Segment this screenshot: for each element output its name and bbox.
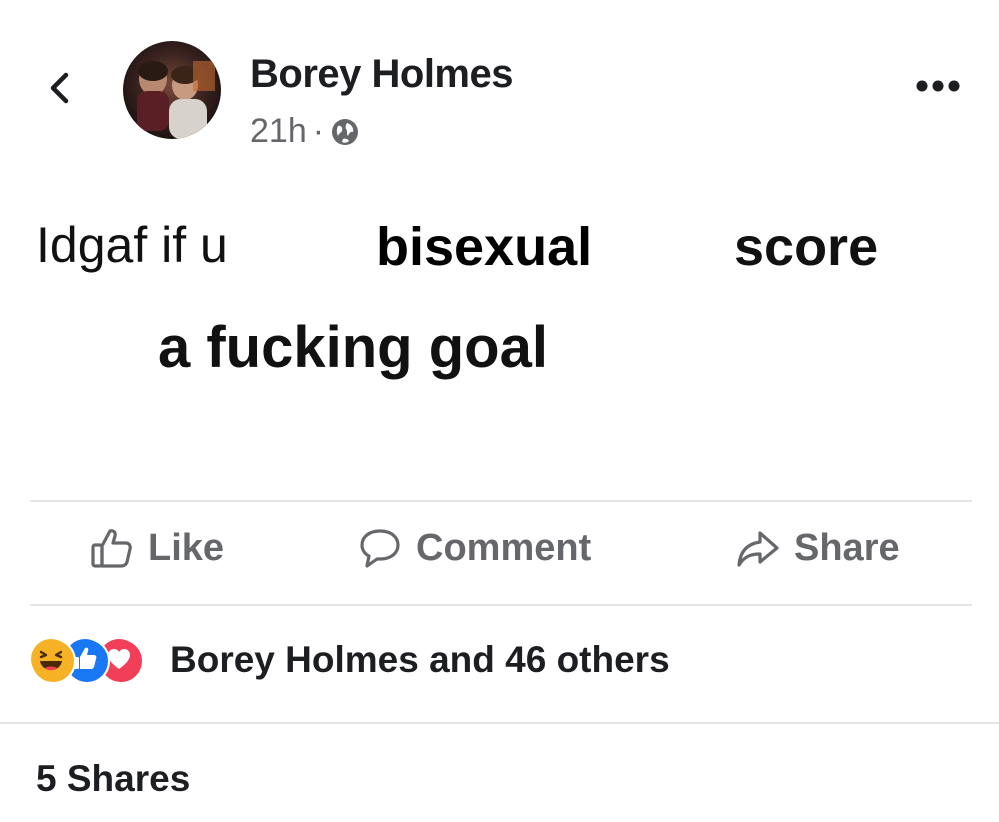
share-label: Share	[794, 526, 900, 569]
post-text-segment: score	[734, 217, 879, 277]
post-text-line: a fucking goal	[158, 315, 548, 380]
reaction-icons	[30, 638, 170, 684]
like-button[interactable]: Like	[88, 524, 224, 572]
reactions-summary[interactable]: Borey Holmes and 46 others	[30, 638, 670, 684]
reactions-text: Borey Holmes and 46 others	[170, 639, 670, 680]
post-body: Idgaf if u bisexual score a fucking goal	[0, 0, 999, 420]
share-button[interactable]: Share	[734, 524, 900, 572]
post-text-segment: bisexual	[376, 217, 593, 277]
like-label: Like	[148, 526, 225, 569]
divider	[30, 604, 972, 606]
thumbs-up-icon	[88, 524, 136, 572]
comment-icon	[356, 524, 404, 572]
haha-icon	[30, 638, 76, 684]
post-text-segment: Idgaf if u	[36, 217, 228, 273]
comment-button[interactable]: Comment	[356, 524, 591, 572]
action-bar: Like Comment Share	[0, 510, 999, 600]
comment-label: Comment	[416, 526, 592, 569]
divider	[0, 722, 999, 724]
shares-count[interactable]: 5 Shares	[36, 758, 190, 800]
divider	[30, 500, 972, 502]
share-arrow-icon	[734, 524, 782, 572]
